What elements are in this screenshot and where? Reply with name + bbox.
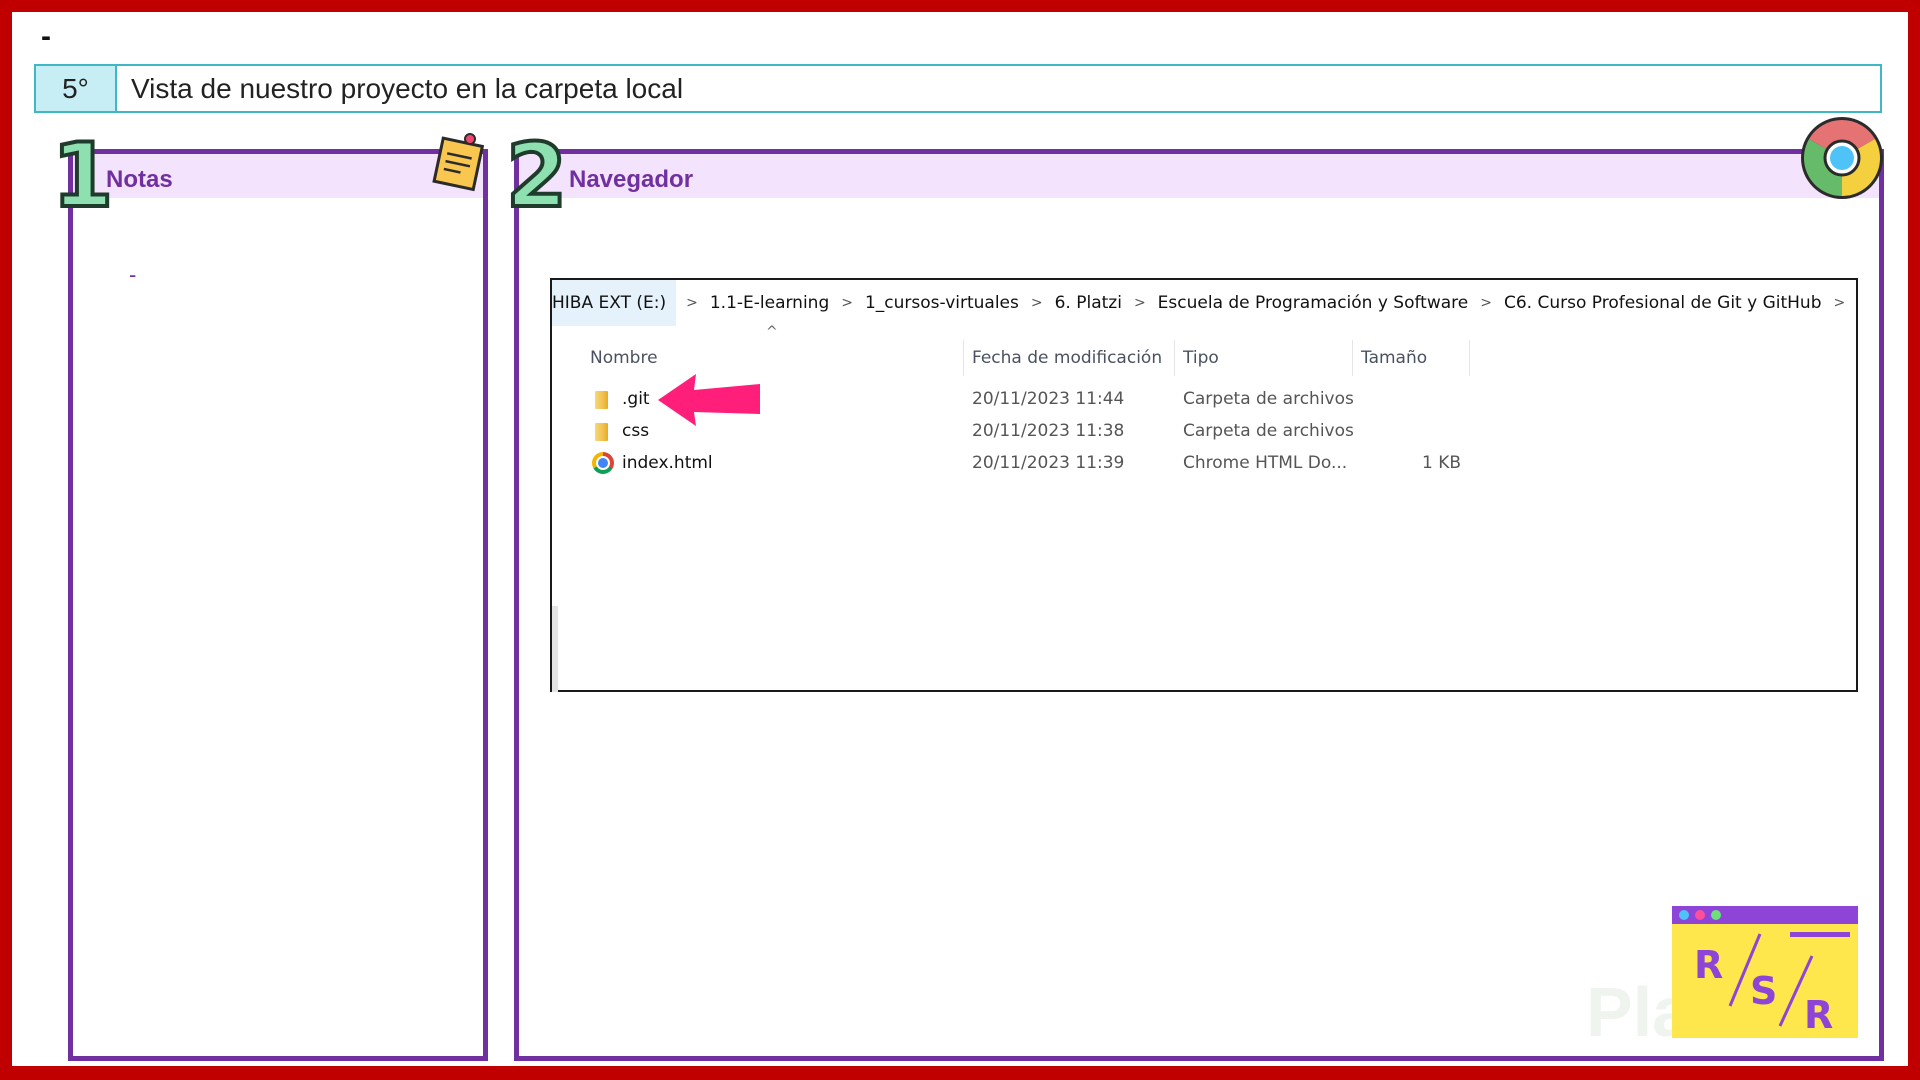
file-row-index-html[interactable]: index.html 20/11/2023 11:39 Chrome HTML … bbox=[552, 448, 1856, 478]
chrome-logo-icon bbox=[1801, 117, 1883, 199]
breadcrumb-item[interactable]: 6. Platzi bbox=[1053, 293, 1124, 313]
step-title: Vista de nuestro proyecto en la carpeta … bbox=[131, 72, 684, 104]
svg-text:R: R bbox=[1804, 993, 1833, 1037]
column-headers: Nombre Fecha de modificación Tipo Tamaño bbox=[552, 340, 1856, 376]
chevron-right-icon: > bbox=[1133, 295, 1146, 311]
svg-text:R: R bbox=[1694, 943, 1723, 987]
sort-caret-icon: ^ bbox=[766, 324, 778, 340]
file-modified: 20/11/2023 11:38 bbox=[972, 421, 1125, 441]
file-type: Chrome HTML Do... bbox=[1183, 453, 1348, 473]
step-number: 5° bbox=[36, 66, 117, 111]
notes-panel-number: 1 bbox=[50, 124, 115, 227]
notes-content: - bbox=[129, 262, 137, 287]
step-header: 5° Vista de nuestro proyecto en la carpe… bbox=[34, 64, 1882, 113]
breadcrumb-drive[interactable]: HIBA EXT (E:) bbox=[552, 293, 668, 313]
chevron-right-icon: > bbox=[1833, 295, 1846, 311]
file-type: Carpeta de archivos bbox=[1183, 421, 1354, 441]
breadcrumb-item[interactable]: 1_cursos-virtuales bbox=[863, 293, 1021, 313]
chevron-right-icon: > bbox=[686, 295, 698, 311]
chevron-right-icon: > bbox=[1030, 295, 1043, 311]
rsr-logo-icon: R S R bbox=[1672, 906, 1858, 1038]
column-header-name[interactable]: Nombre bbox=[582, 340, 882, 376]
notes-panel-title: Notas bbox=[106, 166, 173, 193]
chrome-file-icon bbox=[592, 452, 614, 474]
breadcrumb-item[interactable]: Escuela de Programación y Software bbox=[1156, 293, 1471, 313]
pink-arrow-icon bbox=[658, 374, 760, 426]
chevron-right-icon: > bbox=[841, 295, 853, 311]
file-name: index.html bbox=[622, 453, 713, 473]
file-type: Carpeta de archivos bbox=[1183, 389, 1354, 409]
browser-panel-header bbox=[519, 154, 1879, 198]
file-name: .git bbox=[622, 389, 650, 409]
breadcrumb-item[interactable]: 1.1-E-learning bbox=[708, 293, 831, 313]
breadcrumb-item[interactable]: C6. Curso Profesional de Git y GitHub bbox=[1502, 293, 1824, 313]
column-header-type[interactable]: Tipo bbox=[1175, 340, 1345, 376]
chevron-right-icon: > bbox=[1480, 295, 1492, 311]
scrollbar[interactable] bbox=[552, 606, 558, 692]
sticky-note-icon bbox=[432, 133, 485, 192]
browser-panel-number: 2 bbox=[504, 124, 569, 227]
breadcrumb: HIBA EXT (E:) > 1.1-E-learning > 1_curso… bbox=[552, 280, 1856, 326]
breadcrumb-item[interactable]: proyecto-flujo1 bbox=[1855, 293, 1856, 313]
column-header-size[interactable]: Tamaño bbox=[1353, 340, 1453, 376]
folder-icon bbox=[595, 391, 608, 409]
file-explorer: HIBA EXT (E:) > 1.1-E-learning > 1_curso… bbox=[550, 278, 1858, 692]
column-header-modified[interactable]: Fecha de modificación bbox=[964, 340, 1164, 376]
file-name: css bbox=[622, 421, 650, 441]
svg-text:S: S bbox=[1750, 969, 1777, 1013]
file-modified: 20/11/2023 11:39 bbox=[972, 453, 1125, 473]
file-modified: 20/11/2023 11:44 bbox=[972, 389, 1125, 409]
top-dash: - bbox=[41, 20, 51, 53]
browser-panel-title: Navegador bbox=[569, 166, 694, 193]
notes-panel: Notas - bbox=[68, 149, 488, 1061]
folder-icon bbox=[595, 423, 608, 441]
file-size: 1 KB bbox=[1422, 453, 1462, 473]
